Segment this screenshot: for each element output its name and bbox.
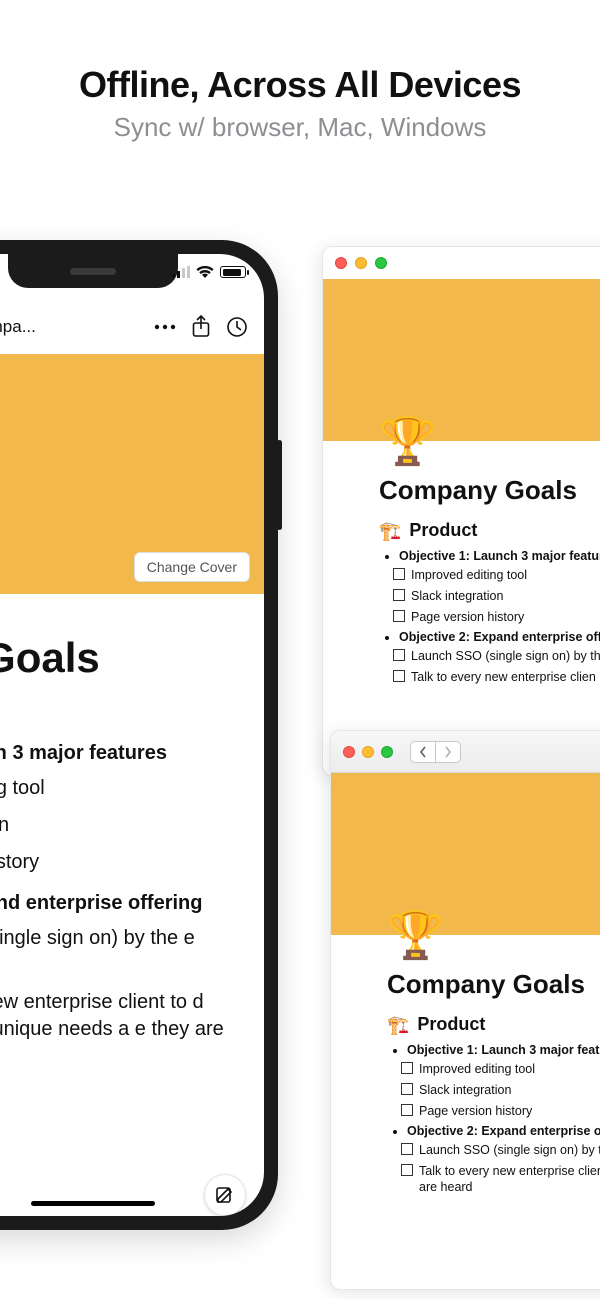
more-menu-button[interactable] — [152, 314, 178, 340]
objective-2-heading: Expand enterprise offering — [0, 892, 238, 915]
checklist-item-label: Improved editing tool — [411, 567, 527, 584]
window-maximize-button[interactable] — [381, 746, 393, 758]
page-title: Company Goals — [387, 969, 600, 1000]
crane-icon: 🏗️ — [379, 522, 401, 540]
checkbox-icon[interactable] — [393, 568, 405, 580]
share-button[interactable] — [188, 314, 214, 340]
window-minimize-button[interactable] — [362, 746, 374, 758]
page-title: y Goals — [0, 634, 238, 682]
battery-icon — [220, 266, 246, 278]
chevron-right-icon — [444, 746, 452, 758]
nav-buttons — [410, 741, 461, 763]
list-item[interactable]: gration — [0, 812, 238, 839]
checklist-item[interactable]: Improved editing tool — [401, 1061, 600, 1078]
checklist-item[interactable]: Slack integration — [393, 588, 600, 605]
window-close-button[interactable] — [335, 257, 347, 269]
desktop-window-mac: 🏆 Company Goals 🏗️ Product Objective 1: … — [322, 246, 600, 776]
page-cover[interactable]: Change Cover — [0, 354, 264, 594]
section-heading-product: 🏗️ Product — [387, 1014, 600, 1035]
checklist-item[interactable]: Page version history — [393, 609, 600, 626]
breadcrumb[interactable]: 🏆 Compa... — [0, 315, 142, 340]
checkbox-icon[interactable] — [401, 1164, 413, 1176]
checkbox-icon[interactable] — [393, 670, 405, 682]
nav-back-button[interactable] — [410, 741, 436, 763]
cellular-icon — [172, 266, 190, 278]
checklist-item[interactable]: Improved editing tool — [393, 567, 600, 584]
checklist-item[interactable]: Talk to every new enterprise clien are h… — [401, 1163, 600, 1197]
window-minimize-button[interactable] — [355, 257, 367, 269]
window-titlebar[interactable] — [331, 731, 600, 773]
checklist-item[interactable]: Slack integration — [401, 1082, 600, 1099]
change-cover-button[interactable]: Change Cover — [134, 552, 250, 582]
objective-1-heading: Objective 1: Launch 3 major features — [399, 549, 600, 563]
page-icon-trophy[interactable]: 🏆 — [379, 413, 435, 469]
wifi-icon — [196, 266, 214, 278]
list-item[interactable]: ion history — [0, 849, 238, 876]
checkbox-icon[interactable] — [401, 1083, 413, 1095]
list-item[interactable]: ery new enterprise client to d their uni… — [0, 989, 238, 1070]
phone-side-button — [277, 440, 282, 530]
nav-forward-button[interactable] — [435, 741, 461, 763]
phone-status-bar — [172, 266, 246, 278]
phone-device-frame: 🏆 Compa... Change Cover y Goals aunch 3 … — [0, 240, 278, 1230]
checklist-item-label: Slack integration — [411, 588, 503, 605]
compose-icon — [215, 1185, 235, 1205]
compose-button[interactable] — [204, 1174, 246, 1216]
objective-1-heading: aunch 3 major features — [0, 742, 238, 765]
checklist-item-label: Talk to every new enterprise clien — [411, 669, 596, 686]
home-indicator[interactable] — [31, 1201, 155, 1206]
chevron-left-icon — [419, 746, 427, 758]
phone-screen: 🏆 Compa... Change Cover y Goals aunch 3 … — [0, 254, 264, 1216]
checklist-item[interactable]: Page version history — [401, 1103, 600, 1120]
page-content: Company Goals 🏗️ Product Objective 1: La… — [323, 475, 600, 709]
page-title: Company Goals — [379, 475, 600, 506]
checkbox-icon[interactable] — [393, 610, 405, 622]
checkbox-icon[interactable] — [401, 1062, 413, 1074]
section-heading-label: Product — [417, 1014, 485, 1035]
checklist-item[interactable]: Launch SSO (single sign on) by th — [401, 1142, 600, 1159]
checklist-item-label: Launch SSO (single sign on) by th — [419, 1142, 600, 1159]
checkbox-icon[interactable] — [393, 649, 405, 661]
app-header: 🏆 Compa... — [0, 300, 264, 354]
objective-2-heading: Objective 2: Expand enterprise offer — [399, 630, 600, 644]
objective-1-heading: Objective 1: Launch 3 major features — [407, 1043, 600, 1057]
page-icon-trophy[interactable]: 🏆 — [387, 907, 443, 963]
phone-notch — [8, 254, 178, 288]
page-cover[interactable] — [331, 773, 600, 935]
checklist-item-label: Page version history — [411, 609, 524, 626]
list-item[interactable]: editing tool — [0, 775, 238, 802]
checklist-item-label: Talk to every new enterprise clien are h… — [419, 1163, 600, 1197]
desktop-window-browser: 🏆 Company Goals 🏗️ Product Objective 1: … — [330, 730, 600, 1290]
section-heading-product: 🏗️ Product — [379, 520, 600, 541]
section-heading-label: Product — [409, 520, 477, 541]
window-maximize-button[interactable] — [375, 257, 387, 269]
promo-subheadline: Sync w/ browser, Mac, Windows — [0, 112, 600, 143]
checkbox-icon[interactable] — [401, 1143, 413, 1155]
window-titlebar[interactable] — [323, 247, 600, 279]
checklist-item-label: Page version history — [419, 1103, 532, 1120]
list-item[interactable]: SO (single sign on) by the e year — [0, 925, 238, 979]
checkbox-icon[interactable] — [393, 589, 405, 601]
page-content: Company Goals 🏗️ Product Objective 1: La… — [331, 969, 600, 1220]
history-button[interactable] — [224, 314, 250, 340]
breadcrumb-title: Compa... — [0, 317, 36, 337]
window-close-button[interactable] — [343, 746, 355, 758]
crane-icon: 🏗️ — [387, 1016, 409, 1034]
checklist-item-label: Improved editing tool — [419, 1061, 535, 1078]
checkbox-icon[interactable] — [401, 1104, 413, 1116]
objective-2-heading: Objective 2: Expand enterprise offer — [407, 1124, 600, 1138]
checklist-item-label: Launch SSO (single sign on) by th — [411, 648, 600, 665]
checklist-item-label: Slack integration — [419, 1082, 511, 1099]
page-cover[interactable] — [323, 279, 600, 441]
page-content: y Goals aunch 3 major features editing t… — [0, 634, 264, 1216]
promo-headline: Offline, Across All Devices — [0, 64, 600, 106]
checklist-item[interactable]: Launch SSO (single sign on) by th — [393, 648, 600, 665]
phone-speaker — [70, 268, 116, 275]
checklist-item[interactable]: Talk to every new enterprise clien — [393, 669, 600, 686]
